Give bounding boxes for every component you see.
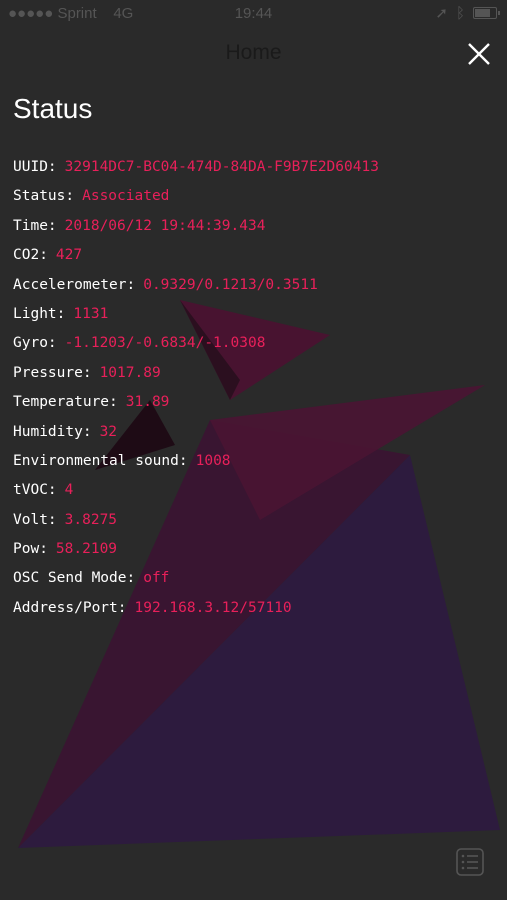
row-value: 4 [64, 482, 74, 499]
status-list: UUID: 32914DC7-BC04-474D-84DA-F9B7E2D6041… [13, 156, 379, 626]
status-row-co2: CO2: 427 [13, 244, 379, 273]
close-button[interactable] [465, 40, 493, 68]
row-label: Address/Port: [13, 599, 127, 616]
row-label: Humidity: [13, 423, 92, 440]
row-label: Environmental sound: [13, 452, 188, 469]
row-label: UUID: [13, 159, 57, 175]
nav-title: Home [225, 41, 282, 64]
row-label: OSC Send Mode: [13, 570, 136, 587]
status-row-gyro: Gyro: -1.1203/-0.6834/-1.0308 [13, 332, 379, 361]
row-label: CO2: [13, 247, 48, 264]
row-value: 1131 [73, 305, 109, 322]
status-bar: ●●●●● Sprint 4G 19:44 ➚ ᛒ [0, 0, 507, 28]
row-label: Time: [13, 217, 57, 234]
clock: 19:44 [234, 5, 273, 22]
row-label: tVOC: [13, 482, 57, 499]
status-row-tvoc: tVOC: 4 [13, 479, 379, 508]
row-label: Light: [13, 305, 66, 322]
row-value: off [143, 570, 170, 587]
status-row-osc-send-mode: OSC Send Mode: off [13, 567, 379, 596]
row-value: 31.89 [125, 394, 170, 411]
navigation-bar: Home [0, 32, 507, 76]
status-row-environmental-sound: Environmental sound: 1008 [13, 450, 379, 479]
row-value: 1017.89 [99, 364, 161, 381]
row-label: Status: [13, 188, 75, 205]
row-label: Volt: [13, 511, 57, 528]
row-value: -1.1203/-0.6834/-1.0308 [64, 335, 266, 352]
row-value: 1008 [195, 452, 231, 469]
row-label: Pow: [13, 541, 48, 558]
row-label: Pressure: [13, 364, 92, 381]
status-row-volt: Volt: 3.8275 [13, 509, 379, 538]
row-value: 427 [55, 247, 83, 264]
status-row-address-port: Address/Port: 192.168.3.12/57110 [13, 597, 379, 626]
list-icon [456, 848, 484, 876]
row-value: 32914DC7-BC04-474D-84DA-F9B7E2D60413 [64, 159, 379, 175]
status-row-light: Light: 1131 [13, 303, 379, 332]
row-value: 0.9329/0.1213/0.3511 [143, 276, 318, 293]
row-value: 32 [99, 423, 118, 440]
status-row-pow: Pow: 58.2109 [13, 538, 379, 567]
status-row-temperature: Temperature: 31.89 [13, 391, 379, 420]
row-label: Accelerometer: [13, 276, 136, 293]
list-button[interactable] [455, 847, 485, 877]
row-value: 2018/06/12 19:44:39.434 [64, 217, 266, 234]
status-row-time: Time: 2018/06/12 19:44:39.434 [13, 215, 379, 244]
status-row-uuid: UUID: 32914DC7-BC04-474D-84DA-F9B7E2D6041… [13, 156, 379, 185]
close-icon [468, 43, 490, 65]
row-value: 58.2109 [55, 541, 118, 558]
row-value: 192.168.3.12/57110 [134, 599, 292, 616]
row-value: 3.8275 [64, 511, 118, 528]
status-row-status: Status: Associated [13, 185, 379, 214]
status-row-pressure: Pressure: 1017.89 [13, 362, 379, 391]
row-label: Temperature: [13, 394, 118, 411]
location-icon: ➚ [435, 5, 448, 22]
page-title: Status [13, 93, 93, 124]
status-row-humidity: Humidity: 32 [13, 421, 379, 450]
battery-icon [473, 7, 500, 19]
row-label: Gyro: [13, 335, 57, 352]
row-value: Associated [82, 188, 170, 205]
status-row-accelerometer: Accelerometer: 0.9329/0.1213/0.3511 [13, 274, 379, 303]
bluetooth-icon: ᛒ [455, 4, 465, 22]
